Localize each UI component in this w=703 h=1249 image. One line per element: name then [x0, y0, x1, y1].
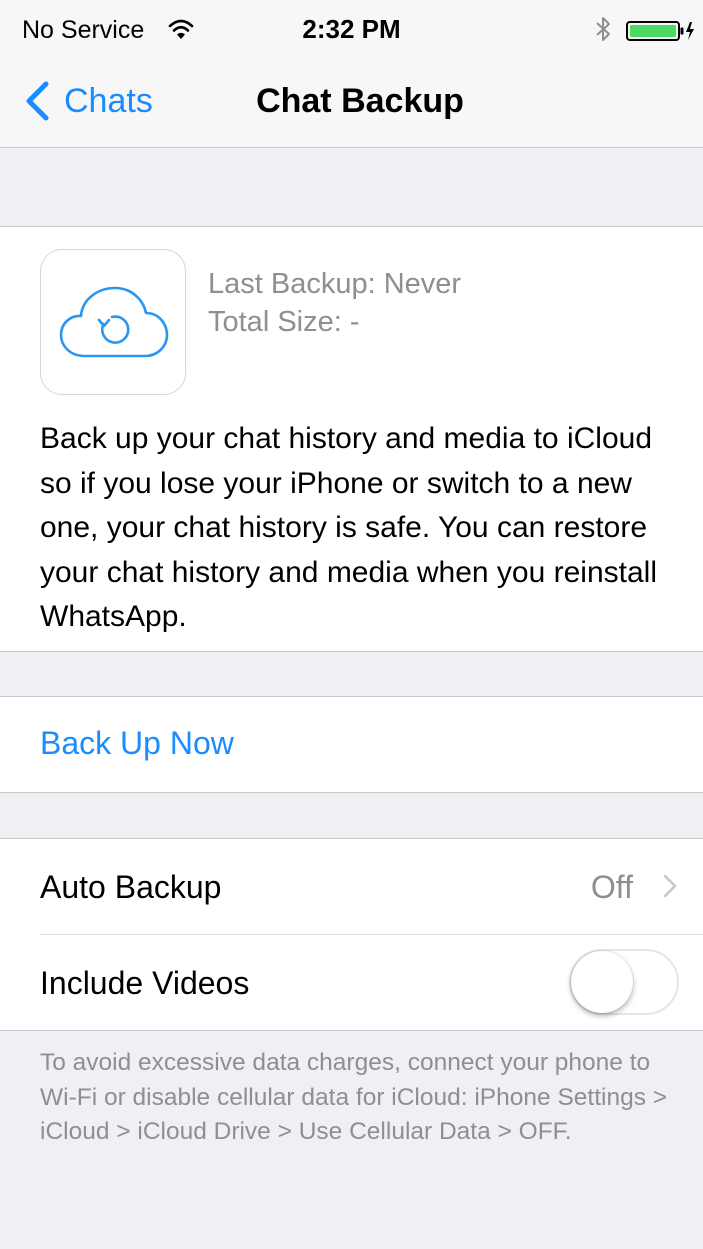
icloud-backup-icon	[59, 286, 169, 358]
battery-icon	[626, 21, 694, 41]
navigation-bar: Chats Chat Backup	[0, 60, 703, 148]
chevron-right-icon	[663, 874, 677, 898]
backup-meta: Last Backup: Never Total Size: -	[208, 265, 461, 341]
auto-backup-value: Off	[590, 869, 633, 905]
auto-backup-label: Auto Backup	[40, 869, 222, 905]
last-backup-label: Last Backup: Never	[208, 268, 462, 300]
backup-info-section: Last Backup: Never Total Size: - Back up…	[0, 226, 703, 652]
include-videos-label: Include Videos	[40, 965, 250, 1001]
status-bar: No Service 2:32 PM	[0, 0, 703, 60]
toggle-knob	[571, 951, 633, 1013]
top-bar: No Service 2:32 PM Chats Chat Backup	[0, 0, 703, 148]
page-title: Chat Backup	[256, 82, 464, 120]
back-up-now-section: Back Up Now	[0, 696, 703, 793]
chat-backup-screen: No Service 2:32 PM Chats Chat Backup Las…	[0, 0, 703, 1249]
cellular-data-note: To avoid excessive data charges, connect…	[40, 1049, 668, 1145]
bluetooth-icon	[596, 17, 610, 41]
backup-icon-tile	[40, 249, 186, 395]
back-up-now-button[interactable]: Back Up Now	[40, 725, 234, 762]
backup-settings-section: Auto Backup Off Include Videos	[0, 838, 703, 1031]
backup-description: Back up your chat history and media to i…	[40, 422, 657, 633]
include-videos-row: Include Videos	[0, 935, 703, 1031]
auto-backup-row[interactable]: Auto Backup Off	[0, 839, 703, 935]
total-size-label: Total Size: -	[208, 306, 360, 338]
include-videos-toggle[interactable]	[569, 949, 679, 1015]
